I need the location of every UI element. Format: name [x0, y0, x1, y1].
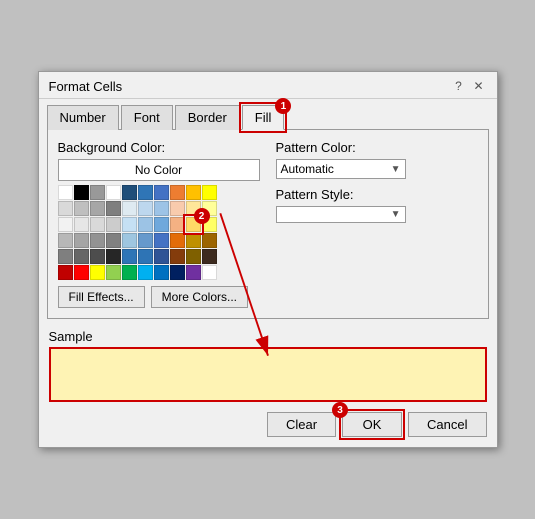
pattern-color-value: Automatic — [281, 162, 334, 176]
color-cell[interactable] — [58, 217, 73, 232]
help-button[interactable]: ? — [451, 78, 467, 94]
color-cell[interactable] — [170, 249, 185, 264]
color-cell[interactable] — [122, 185, 137, 200]
color-row: 2 — [58, 217, 260, 232]
cancel-button[interactable]: Cancel — [408, 412, 486, 437]
dialog-footer: Clear 3 OK Cancel — [39, 408, 497, 447]
color-cell[interactable] — [170, 265, 185, 280]
color-cell[interactable] — [90, 201, 105, 216]
color-cell[interactable] — [90, 217, 105, 232]
tab-border[interactable]: Border — [175, 105, 240, 130]
pattern-style-arrow: ▼ — [391, 209, 401, 220]
color-cell[interactable] — [74, 233, 89, 248]
color-cell[interactable] — [58, 249, 73, 264]
color-cell[interactable] — [122, 249, 137, 264]
color-cell[interactable] — [106, 233, 121, 248]
more-colors-button[interactable]: More Colors... — [151, 286, 248, 308]
color-cell[interactable] — [138, 233, 153, 248]
color-cell[interactable] — [138, 249, 153, 264]
color-cell[interactable] — [186, 233, 201, 248]
clear-button[interactable]: Clear — [267, 412, 336, 437]
sample-label: Sample — [49, 329, 487, 344]
annotation-badge-2: 2 — [194, 208, 210, 224]
ok-button[interactable]: OK — [342, 412, 402, 437]
color-cell[interactable] — [90, 233, 105, 248]
color-cell[interactable] — [106, 185, 121, 200]
color-cell[interactable] — [74, 217, 89, 232]
color-cell[interactable] — [90, 249, 105, 264]
tab-number[interactable]: Number — [47, 105, 119, 130]
color-cell[interactable] — [170, 201, 185, 216]
color-row — [58, 185, 260, 200]
fill-panel: Background Color: No Color 2 Fill Effect… — [47, 129, 489, 319]
color-cell[interactable] — [74, 185, 89, 200]
color-cell[interactable] — [58, 201, 73, 216]
color-cell[interactable] — [74, 265, 89, 280]
color-cell[interactable] — [154, 249, 169, 264]
color-cell[interactable] — [186, 185, 201, 200]
color-cell[interactable] — [154, 185, 169, 200]
color-cell[interactable] — [106, 217, 121, 232]
pattern-color-label: Pattern Color: — [276, 140, 478, 155]
no-color-button[interactable]: No Color — [58, 159, 260, 181]
color-cell[interactable] — [186, 265, 201, 280]
color-cell[interactable] — [122, 233, 137, 248]
sample-box — [49, 347, 487, 402]
dialog-title: Format Cells — [49, 79, 123, 94]
color-cell[interactable] — [138, 217, 153, 232]
color-cell[interactable]: 2 — [186, 217, 201, 232]
color-row — [58, 201, 260, 216]
color-cell[interactable] — [122, 265, 137, 280]
color-cell[interactable] — [90, 185, 105, 200]
color-cell[interactable] — [58, 265, 73, 280]
color-cell[interactable] — [138, 265, 153, 280]
color-cell[interactable] — [154, 201, 169, 216]
fill-effects-button[interactable]: Fill Effects... — [58, 286, 145, 308]
color-cell[interactable] — [106, 249, 121, 264]
pattern-color-arrow: ▼ — [391, 164, 401, 175]
color-cell[interactable] — [58, 185, 73, 200]
color-grid: 2 — [58, 185, 260, 280]
annotation-badge-1: 1 — [275, 98, 291, 114]
close-button[interactable]: ✕ — [471, 78, 487, 94]
annotation-badge-3: 3 — [332, 402, 348, 418]
color-cell[interactable] — [74, 249, 89, 264]
color-row — [58, 233, 260, 248]
tab-font[interactable]: Font — [121, 105, 173, 130]
color-cell[interactable] — [186, 249, 201, 264]
color-cell[interactable] — [122, 217, 137, 232]
tab-bar: Number Font Border Fill 1 — [39, 99, 497, 129]
pattern-style-dropdown[interactable]: ▼ — [276, 206, 406, 223]
color-cell[interactable] — [138, 201, 153, 216]
color-cell[interactable] — [154, 233, 169, 248]
color-cell[interactable] — [106, 265, 121, 280]
color-cell[interactable] — [202, 265, 217, 280]
sample-section: Sample — [49, 329, 487, 402]
color-cell[interactable] — [202, 249, 217, 264]
color-cell[interactable] — [154, 265, 169, 280]
pattern-style-label: Pattern Style: — [276, 187, 478, 202]
color-cell[interactable] — [74, 201, 89, 216]
color-cell[interactable] — [202, 185, 217, 200]
tab-fill[interactable]: Fill 1 — [242, 105, 285, 130]
color-cell[interactable] — [90, 265, 105, 280]
color-cell[interactable] — [122, 201, 137, 216]
color-cell[interactable] — [170, 233, 185, 248]
color-row — [58, 249, 260, 264]
color-cell[interactable] — [170, 217, 185, 232]
pattern-color-dropdown[interactable]: Automatic ▼ — [276, 159, 406, 179]
color-cell[interactable] — [58, 233, 73, 248]
color-cell[interactable] — [202, 233, 217, 248]
color-cell[interactable] — [106, 201, 121, 216]
color-row — [58, 265, 260, 280]
color-cell[interactable] — [170, 185, 185, 200]
background-color-label: Background Color: — [58, 140, 260, 155]
color-cell[interactable] — [154, 217, 169, 232]
color-cell[interactable] — [138, 185, 153, 200]
